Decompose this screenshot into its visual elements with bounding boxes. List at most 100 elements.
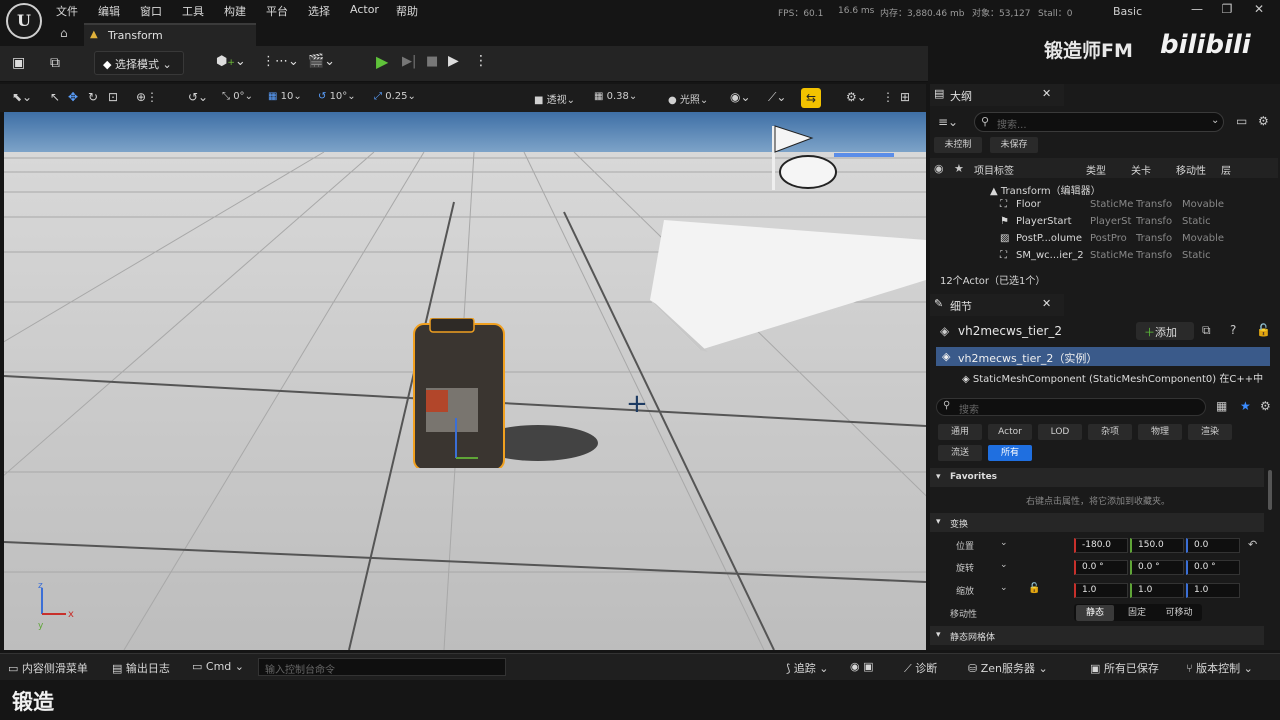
- grid-snap-value[interactable]: ▦ 10⌄: [268, 91, 302, 102]
- layout-label[interactable]: Basic: [1113, 5, 1142, 18]
- play-options-icon[interactable]: ⋮: [474, 53, 488, 69]
- zen-server-button[interactable]: ⛁ Zen服务器 ⌄: [968, 660, 1048, 676]
- trace-button[interactable]: ⟆ 追踪 ⌄: [786, 660, 829, 676]
- table-row[interactable]: ▨ PostP...olume PostPro Transfo Movable: [930, 232, 1268, 249]
- outliner-tab[interactable]: ▤ 大纲 ✕: [930, 84, 1064, 106]
- save-icon[interactable]: ▣: [12, 55, 25, 71]
- rotation-x-field[interactable]: 0.0 °: [1074, 560, 1128, 575]
- filter-icon[interactable]: ≡⌄: [938, 115, 958, 129]
- location-x-field[interactable]: -180.0: [1074, 538, 1128, 553]
- step-icon[interactable]: ▶|: [402, 54, 416, 69]
- perspective-button[interactable]: ■ 透视⌄: [534, 91, 575, 106]
- mobility-movable[interactable]: 可移动: [1158, 605, 1200, 621]
- rotation-snap-value[interactable]: ⤡ 0°⌄: [222, 91, 253, 102]
- world-space-icon[interactable]: ⊕⋮: [136, 90, 158, 104]
- viewport-menu-icon[interactable]: ⬉⌄: [12, 90, 32, 104]
- close-outliner-icon[interactable]: ✕: [1042, 87, 1051, 100]
- favorite-star-icon[interactable]: ★: [1240, 399, 1251, 413]
- filter-all[interactable]: 所有: [988, 445, 1032, 461]
- stop-icon[interactable]: ■: [426, 54, 438, 69]
- scale-tool-icon[interactable]: ⊡: [108, 90, 118, 104]
- cmd-dropdown[interactable]: ▭ Cmd ⌄: [192, 660, 244, 673]
- reset-icon[interactable]: ↶: [1248, 538, 1257, 551]
- blueprint-icon[interactable]: ⋮⋯⌄: [262, 54, 299, 69]
- diagnostics-button[interactable]: ⟋ 诊断: [904, 660, 937, 676]
- lock-icon[interactable]: 🔓: [1256, 323, 1271, 337]
- filter-general[interactable]: 通用: [938, 424, 982, 440]
- scale-y-field[interactable]: 1.0: [1130, 583, 1184, 598]
- menu-help[interactable]: 帮助: [396, 3, 418, 19]
- menu-platform[interactable]: 平台: [266, 3, 288, 19]
- visibility-icon[interactable]: ◉: [934, 162, 944, 175]
- scale-x-field[interactable]: 1.0: [1074, 583, 1128, 598]
- more-icon[interactable]: ⋮: [882, 90, 894, 104]
- eject-icon[interactable]: ▶: [448, 53, 459, 69]
- show-flags-icon[interactable]: ◉⌄: [730, 90, 751, 104]
- browse-icon[interactable]: ⧉: [50, 55, 60, 71]
- angle-snap-value[interactable]: ↺ 10°⌄: [318, 91, 356, 102]
- static-mesh-section[interactable]: ▾ 静态网格体: [930, 626, 1264, 645]
- favorites-section[interactable]: ▾ Favorites: [930, 468, 1264, 487]
- help-icon[interactable]: ?: [1230, 323, 1236, 337]
- close-window-icon[interactable]: ✕: [1248, 2, 1270, 20]
- camera-speed-button[interactable]: ▦ 0.38⌄: [594, 91, 637, 102]
- outliner-search-input[interactable]: ⚲ 搜索... ⌄: [974, 112, 1224, 132]
- realtime-toggle-icon[interactable]: ⇆: [801, 88, 821, 108]
- play-icon[interactable]: ▶: [376, 52, 388, 71]
- add-component-button[interactable]: ＋添加: [1136, 322, 1194, 340]
- blueprint-convert-icon[interactable]: ⧉: [1202, 323, 1211, 338]
- scale-dropdown[interactable]: 缩放 ⌄: [950, 582, 1020, 598]
- scale-lock-icon[interactable]: 🔓: [1028, 583, 1040, 594]
- details-tab[interactable]: ✎ 细节 ✕: [930, 294, 1064, 316]
- add-actor-icon[interactable]: ⬢+⌄: [216, 54, 246, 69]
- close-details-icon[interactable]: ✕: [1042, 297, 1051, 310]
- details-settings-icon[interactable]: ⚙: [1260, 399, 1271, 413]
- source-control-button[interactable]: ⑂ 版本控制 ⌄: [1186, 660, 1253, 676]
- settings-icon[interactable]: ⚙⌄: [846, 90, 867, 104]
- location-dropdown[interactable]: 位置 ⌄: [950, 537, 1020, 553]
- details-search-input[interactable]: ⚲ 搜索: [936, 398, 1206, 416]
- rotation-z-field[interactable]: 0.0 °: [1186, 560, 1240, 575]
- mobility-stationary[interactable]: 固定: [1118, 605, 1156, 621]
- table-row[interactable]: ⛶ Floor StaticMe Transfo Movable: [930, 198, 1268, 215]
- menu-actor[interactable]: Actor: [350, 3, 379, 16]
- scale-snap-value[interactable]: ⤢ 0.25⌄: [374, 91, 416, 102]
- transform-section[interactable]: ▾ 变换: [930, 513, 1264, 532]
- unreal-logo-icon[interactable]: U: [6, 3, 42, 39]
- home-icon[interactable]: ⌂: [60, 26, 68, 40]
- location-z-field[interactable]: 0.0: [1186, 538, 1240, 553]
- table-view-icon[interactable]: ▦: [1216, 399, 1227, 413]
- outliner-settings-icon[interactable]: ⚙: [1258, 114, 1269, 128]
- new-folder-icon[interactable]: ▭: [1236, 114, 1247, 128]
- menu-select[interactable]: 选择: [308, 3, 330, 19]
- uncontrolled-button[interactable]: 未控制: [934, 137, 982, 153]
- table-row[interactable]: ⚑ PlayerStart PlayerSt Transfo Static: [930, 215, 1268, 232]
- mobility-static[interactable]: 静态: [1076, 605, 1114, 621]
- unsaved-button[interactable]: 未保存: [990, 137, 1038, 153]
- all-saved-button[interactable]: ▣ 所有已保存: [1090, 660, 1159, 676]
- col-label[interactable]: 项目标签: [974, 162, 1014, 179]
- output-log-button[interactable]: ▤ 输出日志: [112, 660, 170, 676]
- menu-file[interactable]: 文件: [56, 3, 78, 19]
- mode-select-button[interactable]: ◆ 选择模式 ⌄: [94, 51, 184, 75]
- layout-icon[interactable]: ⊞: [900, 90, 910, 104]
- filter-lod[interactable]: LOD: [1038, 424, 1082, 440]
- level-viewport[interactable]: + z x y: [4, 112, 926, 650]
- component-row[interactable]: ◈ StaticMeshComponent (StaticMeshCompone…: [962, 370, 1263, 385]
- filter-rendering[interactable]: 渲染: [1188, 424, 1232, 440]
- minimize-icon[interactable]: —: [1186, 2, 1208, 20]
- rotate-tool-icon[interactable]: ↻: [88, 90, 98, 104]
- content-drawer-button[interactable]: ▭ 内容侧滑菜单: [8, 660, 88, 676]
- table-row[interactable]: ⛶ SM_wc...ier_2 StaticMe Transfo Static: [930, 249, 1268, 266]
- menu-edit[interactable]: 编辑: [98, 3, 120, 19]
- menu-build[interactable]: 构建: [224, 3, 246, 19]
- surface-snap-icon[interactable]: ↺⌄: [188, 90, 208, 104]
- col-mobility[interactable]: 移动性: [1176, 162, 1206, 179]
- menu-tools[interactable]: 工具: [182, 3, 204, 19]
- tab-transform[interactable]: ▲ Transform: [84, 23, 256, 46]
- rotation-dropdown[interactable]: 旋转 ⌄: [950, 559, 1020, 575]
- performance-icon[interactable]: ⟋⌄: [768, 90, 786, 105]
- restore-icon[interactable]: ❐: [1216, 2, 1238, 20]
- col-level[interactable]: 关卡: [1131, 162, 1151, 179]
- actor-name[interactable]: vh2mecws_tier_2: [958, 324, 1062, 338]
